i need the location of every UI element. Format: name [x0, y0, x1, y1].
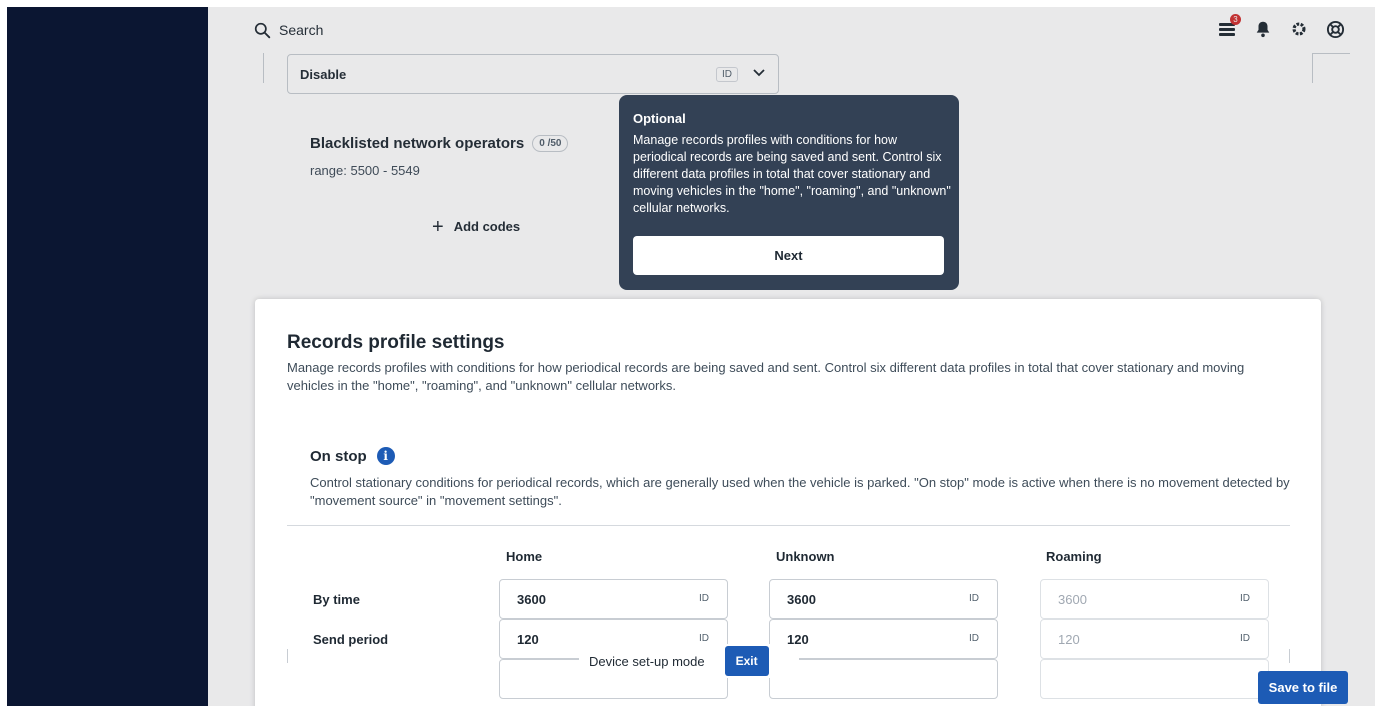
device-setup-bar: Device set-up mode Exit	[579, 644, 799, 678]
row-edge	[1289, 649, 1290, 663]
column-header-home: Home	[506, 549, 543, 564]
setup-mode-label: Device set-up mode	[589, 653, 705, 669]
by-time-roaming-input: 3600 ID	[1040, 579, 1269, 619]
background-card-edge	[1312, 53, 1350, 83]
field-value: 3600	[517, 591, 546, 607]
id-tag: ID	[699, 633, 709, 644]
sidebar	[7, 7, 208, 706]
send-period-unknown-input[interactable]: 120 ID	[769, 619, 998, 659]
add-codes-label: Add codes	[453, 219, 521, 234]
next-row-roaming-input	[1040, 659, 1269, 699]
search-icon	[254, 22, 271, 38]
panel-description: Manage records profiles with conditions …	[287, 360, 1245, 393]
id-tag: ID	[969, 593, 979, 604]
app-window: Search 3 Disable ID Blacklisted network …	[0, 0, 1375, 706]
notification-badge: 3	[1230, 14, 1241, 25]
id-tag: ID	[969, 633, 979, 644]
id-tag: ID	[1240, 593, 1250, 604]
info-icon[interactable]: i	[376, 447, 395, 465]
by-time-unknown-input[interactable]: 3600 ID	[769, 579, 998, 619]
main-content: Search 3 Disable ID Blacklisted network …	[208, 7, 1375, 706]
search-label: Search	[279, 22, 324, 38]
column-header-unknown: Unknown	[776, 549, 835, 564]
mode-select[interactable]: Disable ID	[287, 54, 779, 94]
mode-select-value: Disable	[300, 66, 347, 82]
divider	[287, 525, 1290, 526]
field-value: 3600	[787, 591, 816, 607]
save-to-file-button[interactable]: Save to file	[1258, 671, 1348, 704]
top-bar: Search 3	[208, 7, 1375, 51]
field-value: 120	[1058, 631, 1080, 647]
chevron-down-icon	[752, 65, 766, 82]
search-bar[interactable]: Search	[254, 19, 323, 41]
tooltip-title: Optional	[633, 111, 686, 126]
add-codes-button[interactable]: + Add codes	[432, 215, 521, 238]
bell-icon[interactable]	[1253, 19, 1273, 39]
panel-title: Records profile settings	[287, 332, 505, 353]
exit-button[interactable]: Exit	[724, 646, 769, 676]
next-button[interactable]: Next	[633, 236, 944, 275]
send-period-roaming-input: 120 ID	[1040, 619, 1269, 659]
background-card-edge	[244, 53, 264, 83]
window-edge-top	[0, 0, 1375, 7]
id-tag: ID	[716, 67, 738, 82]
section-description: Control stationary conditions for period…	[310, 475, 1290, 508]
plus-icon: +	[432, 215, 444, 238]
tooltip-body: Manage records profiles with conditions …	[633, 133, 951, 215]
column-header-roaming: Roaming	[1046, 549, 1102, 564]
top-icons: 3	[1217, 14, 1345, 39]
support-icon[interactable]	[1325, 19, 1345, 39]
section-title: On stop i	[310, 447, 395, 465]
by-time-home-input[interactable]: 3600 ID	[499, 579, 728, 619]
field-value: 3600	[1058, 591, 1087, 607]
blacklist-title-text: Blacklisted network operators	[310, 135, 525, 152]
gear-icon[interactable]	[1289, 19, 1309, 39]
guide-tooltip: Optional Manage records profiles with co…	[619, 95, 959, 290]
messages-icon[interactable]: 3	[1217, 14, 1241, 39]
window-edge-left	[0, 0, 7, 706]
row-edge	[287, 649, 288, 663]
row-label-send-period: Send period	[313, 632, 389, 647]
row-label-by-time: By time	[313, 592, 360, 607]
blacklist-title: Blacklisted network operators 0 /50	[310, 135, 569, 152]
id-tag: ID	[699, 593, 709, 604]
id-tag: ID	[1240, 633, 1250, 644]
section-title-text: On stop	[310, 447, 367, 465]
blacklist-count: 0 /50	[532, 135, 569, 152]
next-row-unknown-input[interactable]	[769, 659, 998, 699]
field-value: 120	[517, 631, 539, 647]
blacklist-range: range: 5500 - 5549	[310, 163, 420, 178]
